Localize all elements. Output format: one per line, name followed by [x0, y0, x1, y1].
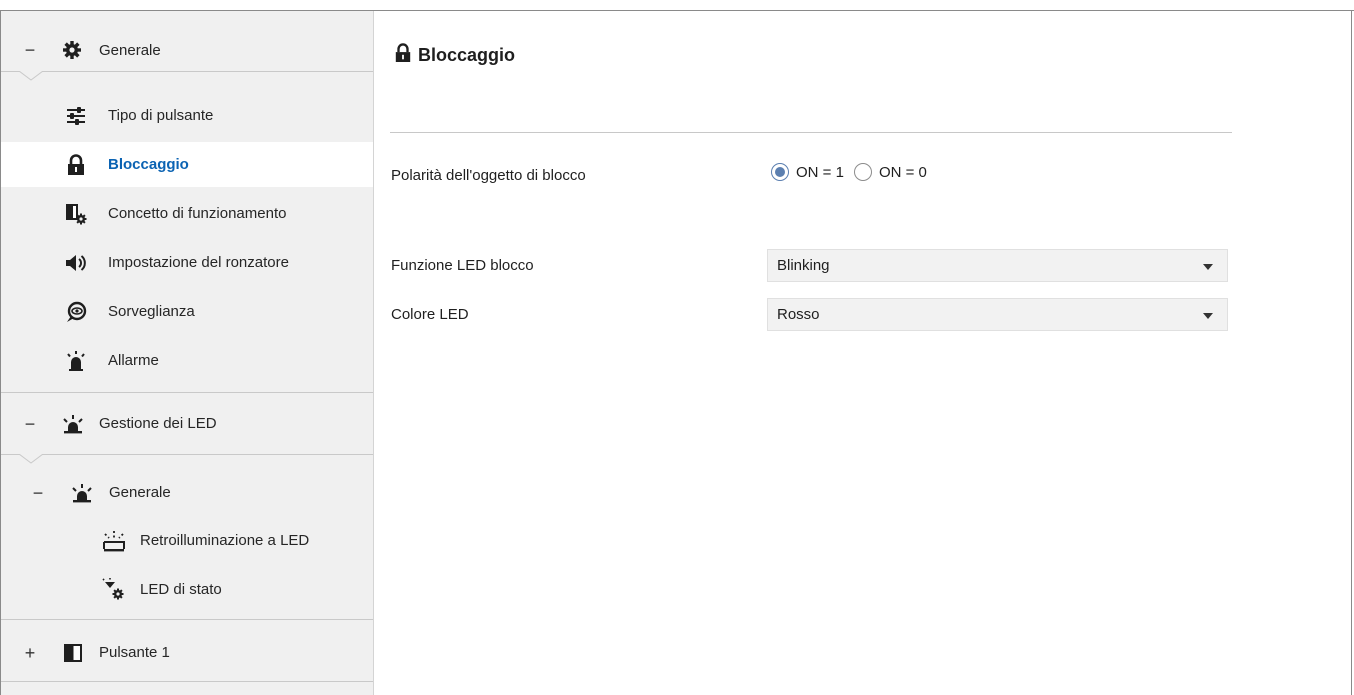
- tree-notch: [19, 454, 43, 464]
- led-icon: [69, 480, 95, 506]
- led-function-label: Funzione LED blocco: [391, 257, 534, 274]
- led-function-select[interactable]: Blinking: [767, 249, 1228, 282]
- select-value: Blinking: [777, 257, 830, 274]
- divider: [1, 619, 373, 620]
- sidebar-item-gestione-dei-led[interactable]: − Gestione dei LED: [1, 401, 373, 446]
- divider: [390, 132, 1232, 133]
- sidebar-item-concetto-di-funzionamento[interactable]: Concetto di funzionamento: [1, 191, 373, 236]
- divider: [1, 71, 373, 72]
- eye-bubble-icon: [63, 299, 89, 325]
- led-color-label: Colore LED: [391, 306, 469, 323]
- lock-icon: [394, 43, 412, 67]
- sidebar-item-label: LED di stato: [140, 581, 222, 598]
- chevron-down-icon: [1203, 313, 1213, 319]
- polarity-label: Polarità dell'oggetto di blocco: [391, 167, 586, 184]
- sidebar-item-led-di-stato[interactable]: LED di stato: [1, 567, 373, 612]
- panel-gear-icon: [63, 201, 89, 227]
- sidebar-item-label: Concetto di funzionamento: [108, 205, 287, 222]
- sidebar-item-label: Tipo di pulsante: [108, 107, 214, 124]
- lock-icon: [63, 152, 89, 178]
- sidebar-item-label: Allarme: [108, 352, 159, 369]
- collapse-icon[interactable]: −: [31, 484, 45, 502]
- expand-icon[interactable]: +: [23, 644, 37, 662]
- sidebar-item-impostazione-del-ronzatore[interactable]: Impostazione del ronzatore: [1, 240, 373, 285]
- divider: [1, 681, 373, 682]
- radio-on-1[interactable]: ON = 1: [771, 163, 844, 181]
- radio-label: ON = 0: [878, 163, 927, 181]
- sidebar-item-label: Sorveglianza: [108, 303, 195, 320]
- sidebar-item-led-generale[interactable]: − Generale: [1, 470, 373, 515]
- radio-button-selected[interactable]: [771, 163, 789, 181]
- sidebar-item-label: Pulsante 1: [99, 644, 170, 661]
- sidebar-item-retroilluminazione-a-led[interactable]: Retroilluminazione a LED: [1, 518, 373, 563]
- sidebar-item-allarme[interactable]: Allarme: [1, 338, 373, 383]
- led-color-select[interactable]: Rosso: [767, 298, 1228, 331]
- sidebar-item-label: Impostazione del ronzatore: [108, 254, 289, 271]
- sidebar-item-label: Bloccaggio: [108, 156, 189, 173]
- led-icon: [60, 411, 86, 437]
- divider: [1, 454, 373, 455]
- radio-button[interactable]: [853, 163, 872, 181]
- sidebar-item-tipo-di-pulsante[interactable]: Tipo di pulsante: [1, 93, 373, 138]
- alarm-icon: [63, 348, 89, 374]
- sliders-icon: [63, 103, 89, 129]
- speaker-icon: [63, 250, 89, 276]
- sidebar-item-label: Generale: [109, 484, 171, 501]
- page-title: Bloccaggio: [418, 44, 516, 65]
- radio-label: ON = 1: [796, 163, 844, 181]
- radio-on-0[interactable]: ON = 0: [853, 163, 927, 181]
- select-value: Rosso: [777, 306, 820, 323]
- tree-notch: [19, 71, 43, 81]
- collapse-icon[interactable]: −: [23, 41, 37, 59]
- sidebar-item-pulsante-1[interactable]: + Pulsante 1: [1, 630, 373, 675]
- main-panel: Bloccaggio Polarità dell'oggetto di bloc…: [374, 11, 1351, 695]
- collapse-icon[interactable]: −: [23, 415, 37, 433]
- divider: [1, 392, 373, 393]
- sidebar-item-bloccaggio[interactable]: Bloccaggio: [1, 142, 373, 187]
- page-header: Bloccaggio: [394, 43, 515, 67]
- button-panel-icon: [60, 640, 86, 666]
- status-led-icon: [101, 577, 127, 603]
- sidebar-item-label: Retroilluminazione a LED: [140, 532, 310, 549]
- backlight-icon: [101, 528, 127, 554]
- sidebar-item-generale[interactable]: − Generale: [1, 28, 373, 72]
- chevron-down-icon: [1203, 264, 1213, 270]
- gear-icon: [59, 37, 85, 63]
- polarity-radio-group: ON = 1 ON = 0: [771, 163, 937, 181]
- sidebar-item-sorveglianza[interactable]: Sorveglianza: [1, 289, 373, 334]
- sidebar-item-label: Gestione dei LED: [99, 415, 217, 432]
- sidebar-item-label: Generale: [99, 41, 161, 59]
- sidebar: − Generale Tipo di pulsante Bloccaggio C…: [1, 11, 374, 695]
